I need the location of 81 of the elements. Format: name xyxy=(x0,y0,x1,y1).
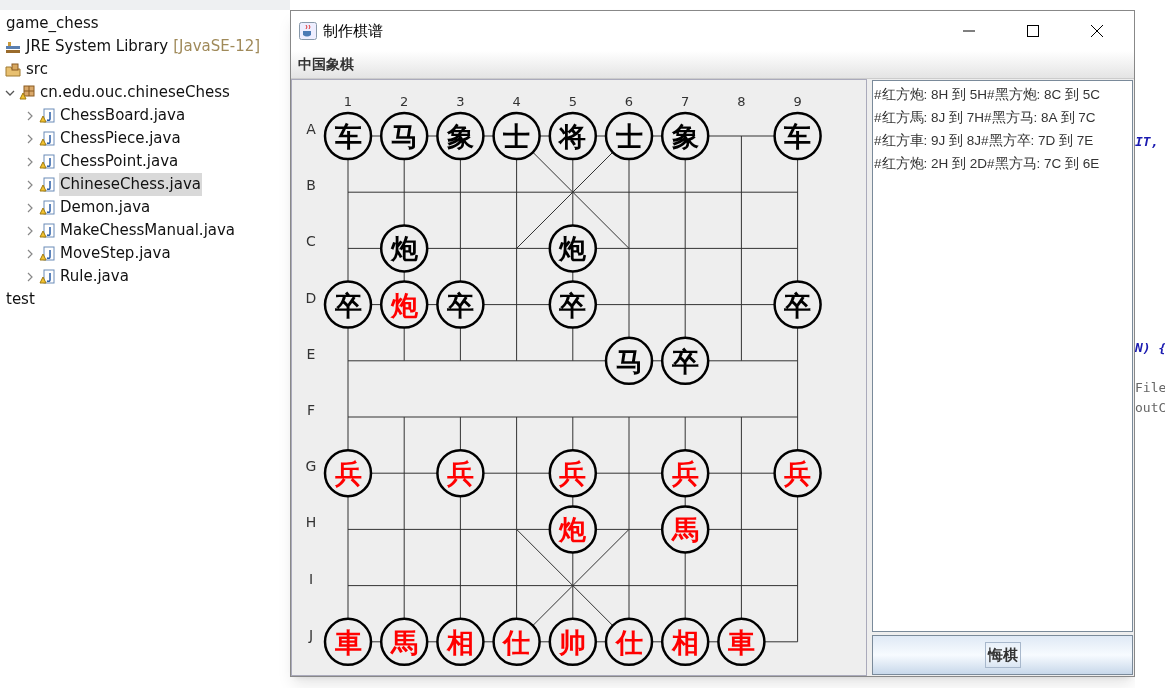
chess-piece[interactable]: 士 xyxy=(604,111,654,161)
chess-piece[interactable]: 士 xyxy=(492,111,541,161)
file-label: 7 xyxy=(681,94,690,109)
tree-item[interactable]: MoveStep.java xyxy=(59,242,172,265)
rank-label: G xyxy=(305,458,317,475)
tree-item[interactable]: game_chess xyxy=(5,12,100,35)
menu-item[interactable]: 中国象棋 xyxy=(298,54,354,75)
chevron-right-icon[interactable] xyxy=(25,225,35,236)
move-log-line: #红方馬: 8J 到 7H#黑方马: 8A 到 7C xyxy=(874,109,1097,127)
tree-item[interactable]: MakeChessManual.java xyxy=(59,219,237,242)
close-icon xyxy=(1091,25,1103,37)
move-log-line: #红方炮: 8H 到 5H#黑方炮: 8C 到 5C xyxy=(874,86,1102,104)
package-folder-icon xyxy=(5,62,21,77)
code-text: IT, xyxy=(1135,133,1160,151)
window-title: 制作棋谱 xyxy=(323,20,383,42)
chevron-right-icon[interactable] xyxy=(25,248,35,259)
rank-label: E xyxy=(306,345,316,362)
java-file-icon xyxy=(39,177,55,192)
coffee-cup-icon xyxy=(299,22,317,40)
chess-piece[interactable]: 车 xyxy=(773,111,822,161)
java-file-icon xyxy=(39,131,55,146)
rank-label: B xyxy=(306,177,316,194)
tree-item[interactable]: ChessPiece.java xyxy=(59,127,182,150)
tree-item[interactable]: Rule.java xyxy=(59,265,130,288)
file-label: 2 xyxy=(400,94,409,109)
file-label: 9 xyxy=(793,94,802,109)
java-file-icon xyxy=(39,200,55,215)
tree-item[interactable]: ChessPoint.java xyxy=(59,150,180,173)
tree-item[interactable]: src xyxy=(25,58,49,81)
chess-piece[interactable]: 马 xyxy=(604,336,654,386)
chevron-right-icon[interactable] xyxy=(25,110,35,121)
chevron-right-icon[interactable] xyxy=(25,202,35,213)
chess-piece[interactable]: 车 xyxy=(323,111,373,161)
tree-item[interactable]: JRE System Library xyxy=(25,35,170,58)
undo-button[interactable]: 悔棋 xyxy=(872,635,1133,675)
chevron-right-icon[interactable] xyxy=(25,156,35,167)
file-label: 5 xyxy=(568,94,577,109)
chess-piece[interactable]: 将 xyxy=(548,111,598,161)
tree-item[interactable]: cn.edu.ouc.chineseChess xyxy=(39,81,231,104)
chess-piece[interactable]: 卒 xyxy=(436,280,485,329)
chevron-right-icon[interactable] xyxy=(25,179,35,190)
rank-label: D xyxy=(305,289,317,306)
java-file-icon xyxy=(39,223,55,238)
chess-piece[interactable]: 炮 xyxy=(548,224,598,273)
chess-piece[interactable]: 炮 xyxy=(379,224,429,273)
books-icon xyxy=(5,39,21,54)
package-icon xyxy=(19,85,35,100)
java-file-icon xyxy=(39,154,55,169)
maximize-icon xyxy=(1027,25,1039,37)
chevron-right-icon[interactable] xyxy=(25,133,35,144)
rank-label: I xyxy=(308,570,314,587)
code-text: outC xyxy=(1135,399,1165,417)
chess-piece[interactable]: 卒 xyxy=(548,280,598,329)
library-version: [JavaSE-12] xyxy=(173,36,261,58)
chess-piece[interactable]: 象 xyxy=(660,111,710,161)
rank-label: C xyxy=(306,233,316,250)
file-label: 3 xyxy=(456,94,465,109)
chess-piece[interactable]: 象 xyxy=(436,111,485,161)
tree-item[interactable]: ChessBoard.java xyxy=(59,104,187,127)
chess-piece[interactable]: 卒 xyxy=(773,280,822,329)
java-file-icon xyxy=(39,108,55,123)
file-label: 4 xyxy=(512,94,521,109)
rank-label: A xyxy=(306,121,316,137)
chess-piece[interactable]: 卒 xyxy=(323,280,373,329)
java-file-icon xyxy=(39,269,55,284)
rank-label: H xyxy=(305,514,317,531)
file-label: 1 xyxy=(343,94,353,109)
rank-label: F xyxy=(306,402,316,418)
file-label: 6 xyxy=(624,94,634,109)
tree-item[interactable]: Demon.java xyxy=(59,196,152,219)
move-log-line: #红方車: 9J 到 8J#黑方卒: 7D 到 7E xyxy=(874,132,1095,150)
chess-piece[interactable]: 马 xyxy=(379,111,429,161)
tree-item[interactable]: ChineseChess.java xyxy=(59,173,202,196)
rank-label: J xyxy=(308,626,314,643)
chevron-right-icon[interactable] xyxy=(25,271,35,282)
java-file-icon xyxy=(39,246,55,261)
move-log-line: #红方炮: 2H 到 2D#黑方马: 7C 到 6E xyxy=(874,155,1101,173)
tree-item[interactable]: test xyxy=(5,288,36,311)
code-text: File xyxy=(1135,379,1165,397)
chess-piece[interactable]: 卒 xyxy=(660,336,710,386)
file-label: 8 xyxy=(737,94,746,109)
